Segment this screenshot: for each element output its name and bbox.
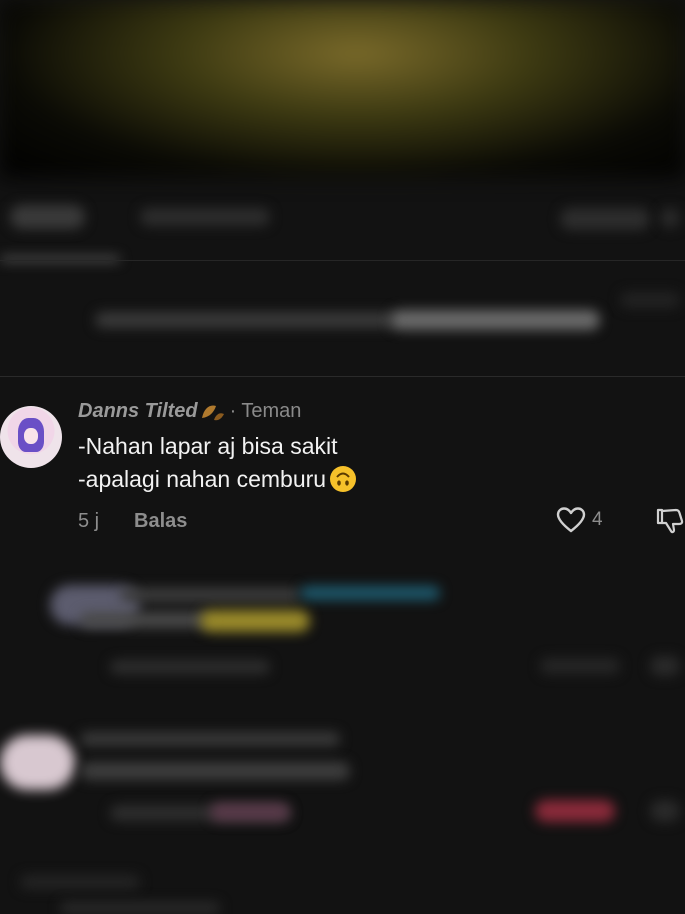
- blurred-text: [60, 902, 220, 914]
- blurred-text: [620, 292, 680, 308]
- blurred-text: [110, 660, 270, 674]
- comment-line: -apalagi nahan cemburu: [78, 466, 327, 492]
- blurred-text: [95, 312, 395, 328]
- leaf-badge-icon: [200, 402, 226, 422]
- dislike-button[interactable]: [655, 506, 685, 541]
- blurred-header-text: [560, 208, 650, 230]
- like-button[interactable]: 4: [556, 506, 603, 534]
- reply-button[interactable]: Balas: [134, 510, 187, 533]
- avatar-face: [24, 428, 38, 444]
- thumbs-down-icon: [656, 508, 684, 534]
- blurred-text: [535, 800, 615, 822]
- blurred-text: [120, 588, 300, 602]
- blurred-header-text: [10, 205, 85, 229]
- blurred-line: [0, 256, 120, 262]
- blurred-video-area: [0, 0, 685, 178]
- blurred-text: [300, 586, 440, 600]
- upside-down-face-emoji-icon: [328, 464, 358, 494]
- blurred-icon: [650, 800, 680, 822]
- blurred-text: [540, 658, 620, 674]
- blurred-avatar: [0, 735, 75, 790]
- comment-meta: 5 j Balas: [78, 510, 187, 533]
- comment-line-with-emoji: -apalagi nahan cemburu: [78, 463, 358, 496]
- blurred-text: [210, 803, 290, 821]
- like-count: 4: [592, 509, 603, 530]
- blurred-text: [390, 310, 600, 330]
- timestamp: 5 j: [78, 510, 100, 532]
- heart-outline-icon: [556, 507, 586, 533]
- comment-text: -Nahan lapar aj bisa sakit -apalagi naha…: [78, 430, 358, 496]
- blurred-text: [20, 875, 140, 889]
- blurred-header-text: [140, 208, 270, 226]
- comment-item: Danns Tilted · Teman -Nahan lapar aj bis…: [0, 398, 685, 538]
- blurred-text: [80, 732, 340, 746]
- comment-header: Danns Tilted · Teman: [78, 400, 301, 423]
- blurred-icon: [650, 656, 680, 676]
- comment-divider: [0, 376, 685, 377]
- separator-dot: ·: [229, 400, 237, 422]
- blurred-close-icon: [660, 208, 680, 228]
- blurred-text: [200, 610, 310, 632]
- relationship-tag: Teman: [241, 400, 302, 422]
- comment-line: -Nahan lapar aj bisa sakit: [78, 433, 338, 459]
- divider: [0, 260, 685, 261]
- blurred-text: [80, 612, 210, 628]
- blurred-text: [80, 762, 350, 780]
- avatar[interactable]: [0, 406, 62, 468]
- username[interactable]: Danns Tilted: [78, 400, 198, 423]
